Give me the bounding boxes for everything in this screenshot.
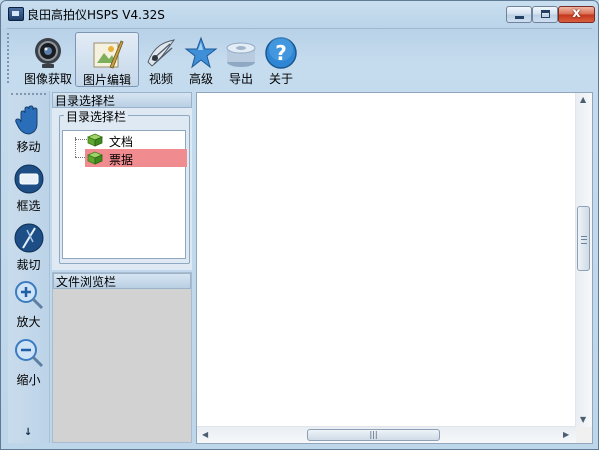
tool-label: 框选	[16, 199, 41, 213]
tree-item-documents[interactable]: 文档	[85, 131, 185, 149]
help-icon: ?	[265, 37, 297, 69]
grip-icon	[581, 236, 587, 244]
toolbar-label: 关于	[268, 72, 293, 86]
toolbar-video-button[interactable]: 视频	[143, 32, 179, 87]
file-browse-panel: 文件浏览栏	[52, 272, 192, 443]
minimize-button[interactable]	[506, 6, 532, 23]
book-icon	[87, 151, 103, 165]
image-edit-icon	[93, 40, 124, 69]
toolbar-about-button[interactable]: ? 关于	[263, 32, 299, 87]
toolbar-grip[interactable]	[7, 33, 12, 83]
minimize-icon	[515, 16, 524, 19]
tool-zoom-out-button[interactable]: 缩小	[8, 337, 49, 389]
directory-group-label: 目录选择栏	[64, 108, 129, 125]
export-disk-icon	[226, 42, 256, 67]
tool-label: 放大	[16, 315, 41, 329]
toolbar-image-capture-button[interactable]: 图像获取	[20, 32, 76, 87]
tool-label: 缩小	[16, 373, 41, 387]
tree-item-label: 文档	[109, 135, 134, 149]
title-bar: 良田高拍仪HSPS V4.32S x	[1, 1, 598, 25]
close-icon: x	[572, 6, 581, 21]
vertical-scroll-thumb[interactable]	[577, 206, 590, 271]
hand-icon	[15, 105, 38, 135]
tool-label: 移动	[16, 140, 41, 154]
tool-marquee-button[interactable]: 框选	[8, 163, 49, 215]
scroll-corner	[576, 427, 592, 443]
toolbar-image-edit-button[interactable]: 图片编辑	[75, 32, 139, 87]
tool-zoom-in-button[interactable]: 放大	[8, 279, 49, 331]
main-toolbar: 图像获取 图片编辑 视频 高级 导出 ? 关于	[7, 28, 592, 89]
app-icon	[8, 7, 24, 21]
tool-crop-button[interactable]: 裁切	[8, 222, 49, 274]
tool-move-button[interactable]: 移动	[8, 104, 49, 156]
maximize-button[interactable]	[532, 6, 558, 23]
horizontal-scroll-thumb[interactable]: |||	[307, 429, 440, 441]
directory-panel: 目录选择栏 目录选择栏 文档 票据	[52, 92, 192, 270]
toolbar-label: 视频	[148, 72, 173, 86]
directory-tree: 文档 票据	[62, 130, 187, 259]
close-button[interactable]: x	[558, 6, 595, 23]
star-icon	[184, 36, 218, 69]
video-icon	[147, 39, 176, 67]
toolbar-label: 图像获取	[23, 72, 72, 86]
toolbar-label: 导出	[228, 72, 253, 86]
tool-column: 移动 框选 裁切 放大 缩小 ↓	[8, 91, 50, 443]
toolbar-label: 图片编辑	[82, 73, 131, 87]
marquee-select-icon	[14, 164, 44, 194]
svg-text:?: ?	[275, 41, 287, 65]
scroll-up-icon[interactable]: ▲	[580, 95, 586, 104]
scroll-right-icon[interactable]: ▶	[563, 430, 569, 439]
tool-column-grip[interactable]	[11, 93, 46, 97]
directory-panel-header: 目录选择栏	[52, 92, 192, 108]
book-icon	[87, 133, 103, 147]
zoom-in-icon	[15, 281, 44, 310]
chevron-down-double-icon[interactable]: ↓	[24, 427, 32, 438]
tree-connector	[75, 137, 76, 157]
tree-item-label: 票据	[109, 153, 134, 167]
zoom-out-icon	[15, 339, 44, 368]
toolbar-label: 高级	[188, 72, 213, 86]
app-window: 良田高拍仪HSPS V4.32S x 图像获取 图片编辑 视频 高级 导出 ? …	[0, 0, 599, 450]
toolbar-export-button[interactable]: 导出	[223, 32, 259, 87]
file-browse-panel-header: 文件浏览栏	[53, 273, 191, 289]
toolbar-advanced-button[interactable]: 高级	[183, 32, 219, 87]
window-title: 良田高拍仪HSPS V4.32S	[27, 8, 165, 22]
horizontal-scrollbar[interactable]: ◀ ||| ▶	[197, 426, 576, 443]
scroll-down-icon[interactable]: ▼	[580, 415, 586, 424]
image-view-area[interactable]: ▲ ▼ ◀ ||| ▶	[196, 92, 593, 444]
scroll-left-icon[interactable]: ◀	[202, 430, 208, 439]
camera-icon	[35, 38, 61, 68]
tree-item-receipts[interactable]: 票据	[85, 149, 187, 167]
directory-group: 目录选择栏 文档 票据	[59, 108, 190, 264]
tool-label: 裁切	[16, 258, 41, 272]
crop-icon	[14, 223, 44, 253]
maximize-icon	[541, 10, 550, 18]
vertical-scrollbar[interactable]: ▲ ▼	[575, 93, 592, 427]
